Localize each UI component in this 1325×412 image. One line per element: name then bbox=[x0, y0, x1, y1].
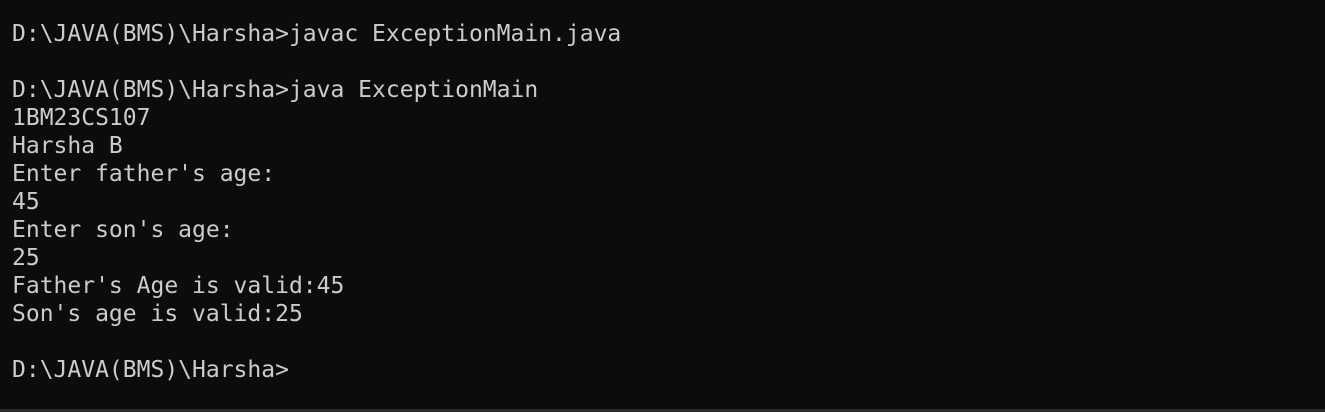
terminal-line-input-father-age: 45 bbox=[12, 189, 40, 215]
terminal-line-prompt-son-age: Enter son's age: bbox=[12, 217, 234, 243]
terminal-line-command-javac: D:\JAVA(BMS)\Harsha>javac ExceptionMain.… bbox=[12, 21, 622, 47]
terminal-line-input-son-age: 25 bbox=[12, 245, 40, 271]
terminal-line-prompt-father-age: Enter father's age: bbox=[12, 161, 276, 187]
terminal-line-output-usn: 1BM23CS107 bbox=[12, 105, 151, 131]
terminal-line-output-father-valid: Father's Age is valid:45 bbox=[12, 273, 345, 299]
terminal-line-command-java: D:\JAVA(BMS)\Harsha>java ExceptionMain bbox=[12, 77, 539, 103]
terminal-line-output-name: Harsha B bbox=[12, 133, 123, 159]
terminal-window[interactable]: D:\JAVA(BMS)\Harsha>javac ExceptionMain.… bbox=[0, 0, 1325, 412]
terminal-line-output-son-valid: Son's age is valid:25 bbox=[12, 301, 303, 327]
terminal-line-current-prompt[interactable]: D:\JAVA(BMS)\Harsha> bbox=[12, 356, 1313, 384]
